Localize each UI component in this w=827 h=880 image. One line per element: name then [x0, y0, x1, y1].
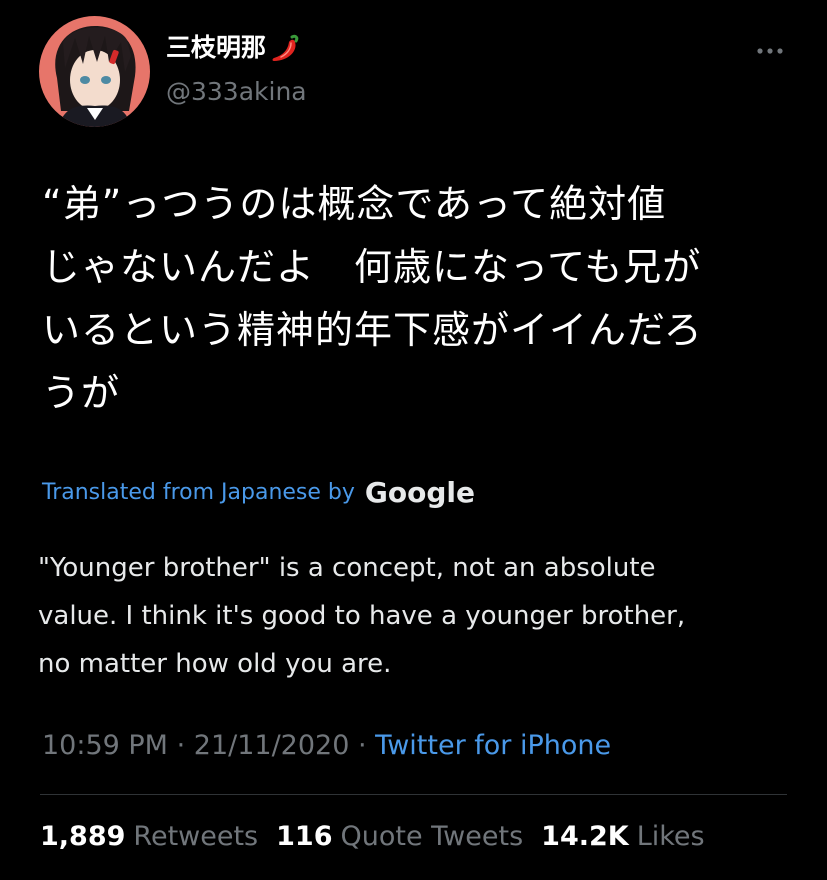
retweets-count: 1,889: [40, 821, 126, 852]
translated-from-link[interactable]: Translated from Japanese by: [42, 476, 355, 510]
retweets-label: Retweets: [133, 821, 259, 852]
likes-stat[interactable]: 14.2K Likes: [541, 817, 704, 857]
tweet-line: うが: [42, 371, 121, 415]
pepper-icon: [268, 31, 302, 65]
translation-line: "Younger brother" is a concept, not an a…: [38, 553, 656, 583]
likes-label: Likes: [636, 821, 705, 852]
quote-tweets-count: 116: [276, 821, 333, 852]
tweet-date[interactable]: 21/11/2020: [194, 730, 350, 761]
translated-text: "Younger brother" is a concept, not an a…: [38, 544, 798, 688]
quote-tweets-stat[interactable]: 116 Quote Tweets: [276, 817, 523, 857]
translation-line: value. I think it's good to have a young…: [38, 601, 686, 631]
display-name[interactable]: 三枝明那: [166, 31, 302, 65]
google-logo: Google: [364, 476, 476, 509]
translation-line: no matter how old you are.: [38, 649, 392, 679]
quote-tweets-label: Quote Tweets: [340, 821, 524, 852]
tweet-stats: 1,889 Retweets 116 Quote Tweets 14.2K Likes: [40, 817, 723, 857]
tweet-line: “弟”っつうのは概念であって絶対値: [42, 182, 667, 226]
translation-attribution: Translated from Japanese by Google: [42, 476, 475, 510]
avatar[interactable]: [39, 16, 150, 127]
meta-separator: ·: [357, 730, 367, 761]
tweet-line: いるという精神的年下感がイイんだろ: [42, 308, 703, 352]
likes-count: 14.2K: [541, 821, 629, 852]
tweet-line: じゃないんだよ 何歳になっても兄が: [42, 245, 702, 289]
user-handle[interactable]: @333akina: [166, 76, 307, 108]
retweets-stat[interactable]: 1,889 Retweets: [40, 817, 258, 857]
avatar-image: [39, 16, 150, 127]
tweet-time[interactable]: 10:59 PM: [42, 730, 168, 761]
more-dots-icon[interactable]: [752, 40, 788, 62]
tweet-meta: 10:59 PM · 21/11/2020 · Twitter for iPho…: [42, 727, 611, 765]
tweet-source-link[interactable]: Twitter for iPhone: [375, 730, 611, 761]
display-name-text: 三枝明那: [166, 33, 267, 62]
divider: [40, 794, 787, 795]
tweet-text: “弟”っつうのは概念であって絶対値 じゃないんだよ 何歳になっても兄が いるとい…: [42, 173, 802, 425]
meta-separator: ·: [176, 730, 186, 761]
